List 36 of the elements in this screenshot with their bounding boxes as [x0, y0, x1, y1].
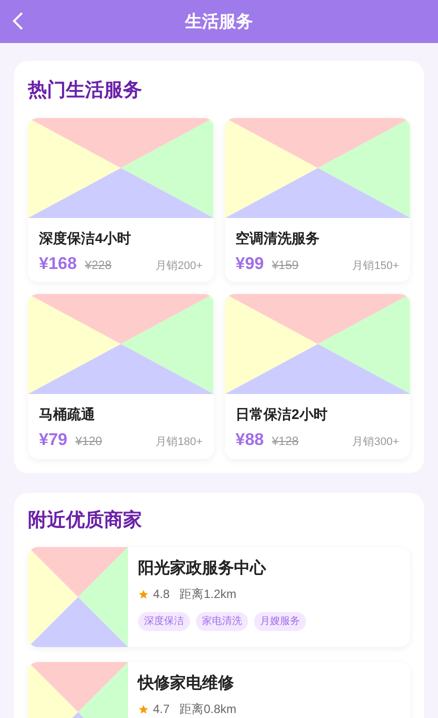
- section-title: 附近优质商家: [28, 508, 143, 532]
- merchant-name: 快修家电维修: [138, 673, 235, 694]
- original-price: ¥159: [272, 256, 299, 274]
- sales-count: 月销150+: [352, 258, 399, 274]
- sales-count: 月销300+: [352, 435, 399, 450]
- merchant-card[interactable]: 快修家电维修 4.7 距离0.8km: [28, 662, 410, 718]
- service-price: ¥79: [39, 429, 68, 451]
- merchant-tag: 家电清洗: [196, 612, 248, 631]
- service-card[interactable]: 马桶疏通 ¥79 ¥120 月销180+: [28, 294, 214, 458]
- service-price: ¥88: [236, 429, 264, 451]
- sales-count: 月销180+: [156, 435, 202, 450]
- star-icon: [138, 588, 149, 600]
- merchant-card[interactable]: 阳光家政服务中心 4.8 距离1.2km 深度保洁 家电清洗 月嫂服务: [28, 547, 410, 647]
- merchant-name: 阳光家政服务中心: [138, 558, 268, 579]
- merchant-tag: 月嫂服务: [254, 612, 306, 631]
- service-price: ¥99: [236, 252, 264, 274]
- sales-count: 月销200+: [156, 258, 202, 274]
- star-icon: [138, 704, 149, 714]
- merchant-rating: 4.8: [153, 586, 170, 603]
- original-price: ¥228: [84, 256, 112, 274]
- service-name: 马桶疏通: [39, 405, 96, 424]
- service-name: 日常保洁2小时: [236, 405, 328, 424]
- service-card[interactable]: 空调清洗服务 ¥99 ¥159 月销150+: [224, 118, 410, 282]
- service-name: 空调清洗服务: [236, 228, 320, 248]
- original-price: ¥120: [75, 433, 102, 450]
- merchant-distance: 距离1.2km: [180, 586, 236, 603]
- service-card[interactable]: 深度保洁4小时 ¥168 ¥228 月销200+: [28, 118, 214, 282]
- merchant-rating: 4.7: [153, 701, 170, 718]
- service-name: 深度保洁4小时: [39, 228, 132, 248]
- section-title: 热门生活服务: [28, 78, 143, 103]
- service-card[interactable]: 日常保洁2小时 ¥88 ¥128 月销300+: [224, 294, 410, 458]
- merchant-tag: 深度保洁: [138, 612, 190, 631]
- service-price: ¥168: [39, 252, 77, 274]
- header-title: 生活服务: [185, 10, 253, 33]
- original-price: ¥128: [272, 433, 299, 450]
- merchant-distance: 距离0.8km: [180, 701, 236, 718]
